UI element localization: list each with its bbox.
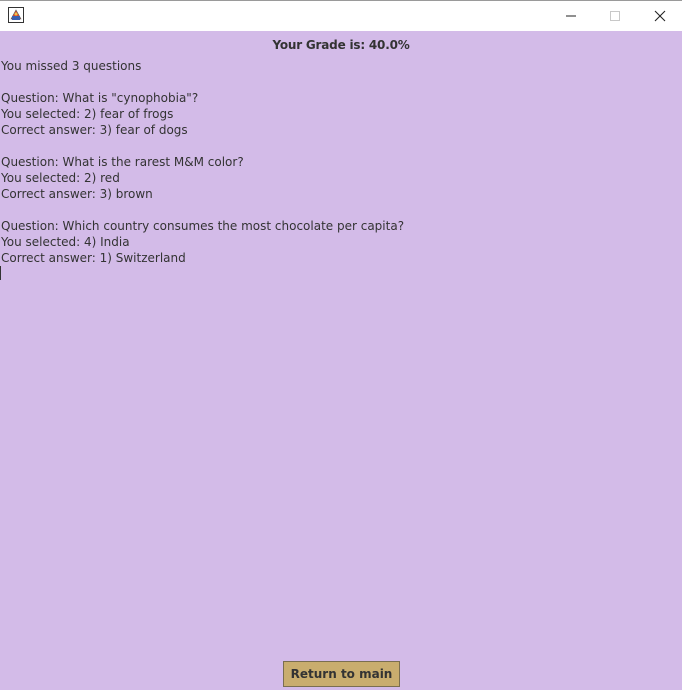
question-text: Question: What is "cynophobia"? — [1, 91, 199, 105]
results-text-area[interactable]: You missed 3 questions Question: What is… — [1, 58, 671, 266]
question-text: Question: Which country consumes the mos… — [1, 219, 405, 233]
minimize-icon — [565, 7, 577, 26]
selected-answer-text: You selected: 2) fear of frogs — [1, 107, 174, 121]
return-to-main-button[interactable]: Return to main — [283, 661, 400, 687]
correct-answer-text: Correct answer: 3) brown — [1, 187, 153, 201]
missed-question-block: Question: What is the rarest M&M color? … — [1, 154, 671, 202]
correct-answer-text: Correct answer: 1) Switzerland — [1, 251, 186, 265]
text-caret — [0, 266, 1, 280]
missed-count-text: You missed 3 questions — [1, 59, 142, 73]
close-button[interactable] — [637, 1, 682, 31]
question-text: Question: What is the rarest M&M color? — [1, 155, 244, 169]
selected-answer-text: You selected: 4) India — [1, 235, 130, 249]
minimize-button[interactable] — [548, 1, 594, 31]
title-bar — [0, 0, 682, 31]
java-app-icon — [8, 7, 24, 23]
correct-answer-text: Correct answer: 3) fear of dogs — [1, 123, 188, 137]
missed-question-block: Question: What is "cynophobia"? You sele… — [1, 90, 671, 138]
maximize-icon — [609, 7, 621, 26]
close-icon — [654, 7, 666, 26]
missed-question-block: Question: Which country consumes the mos… — [1, 218, 671, 266]
quiz-results-window: Your Grade is: 40.0% You missed 3 questi… — [0, 0, 682, 690]
maximize-button[interactable] — [592, 1, 638, 31]
results-panel: Your Grade is: 40.0% You missed 3 questi… — [0, 31, 682, 690]
selected-answer-text: You selected: 2) red — [1, 171, 120, 185]
grade-label: Your Grade is: 40.0% — [272, 38, 410, 52]
